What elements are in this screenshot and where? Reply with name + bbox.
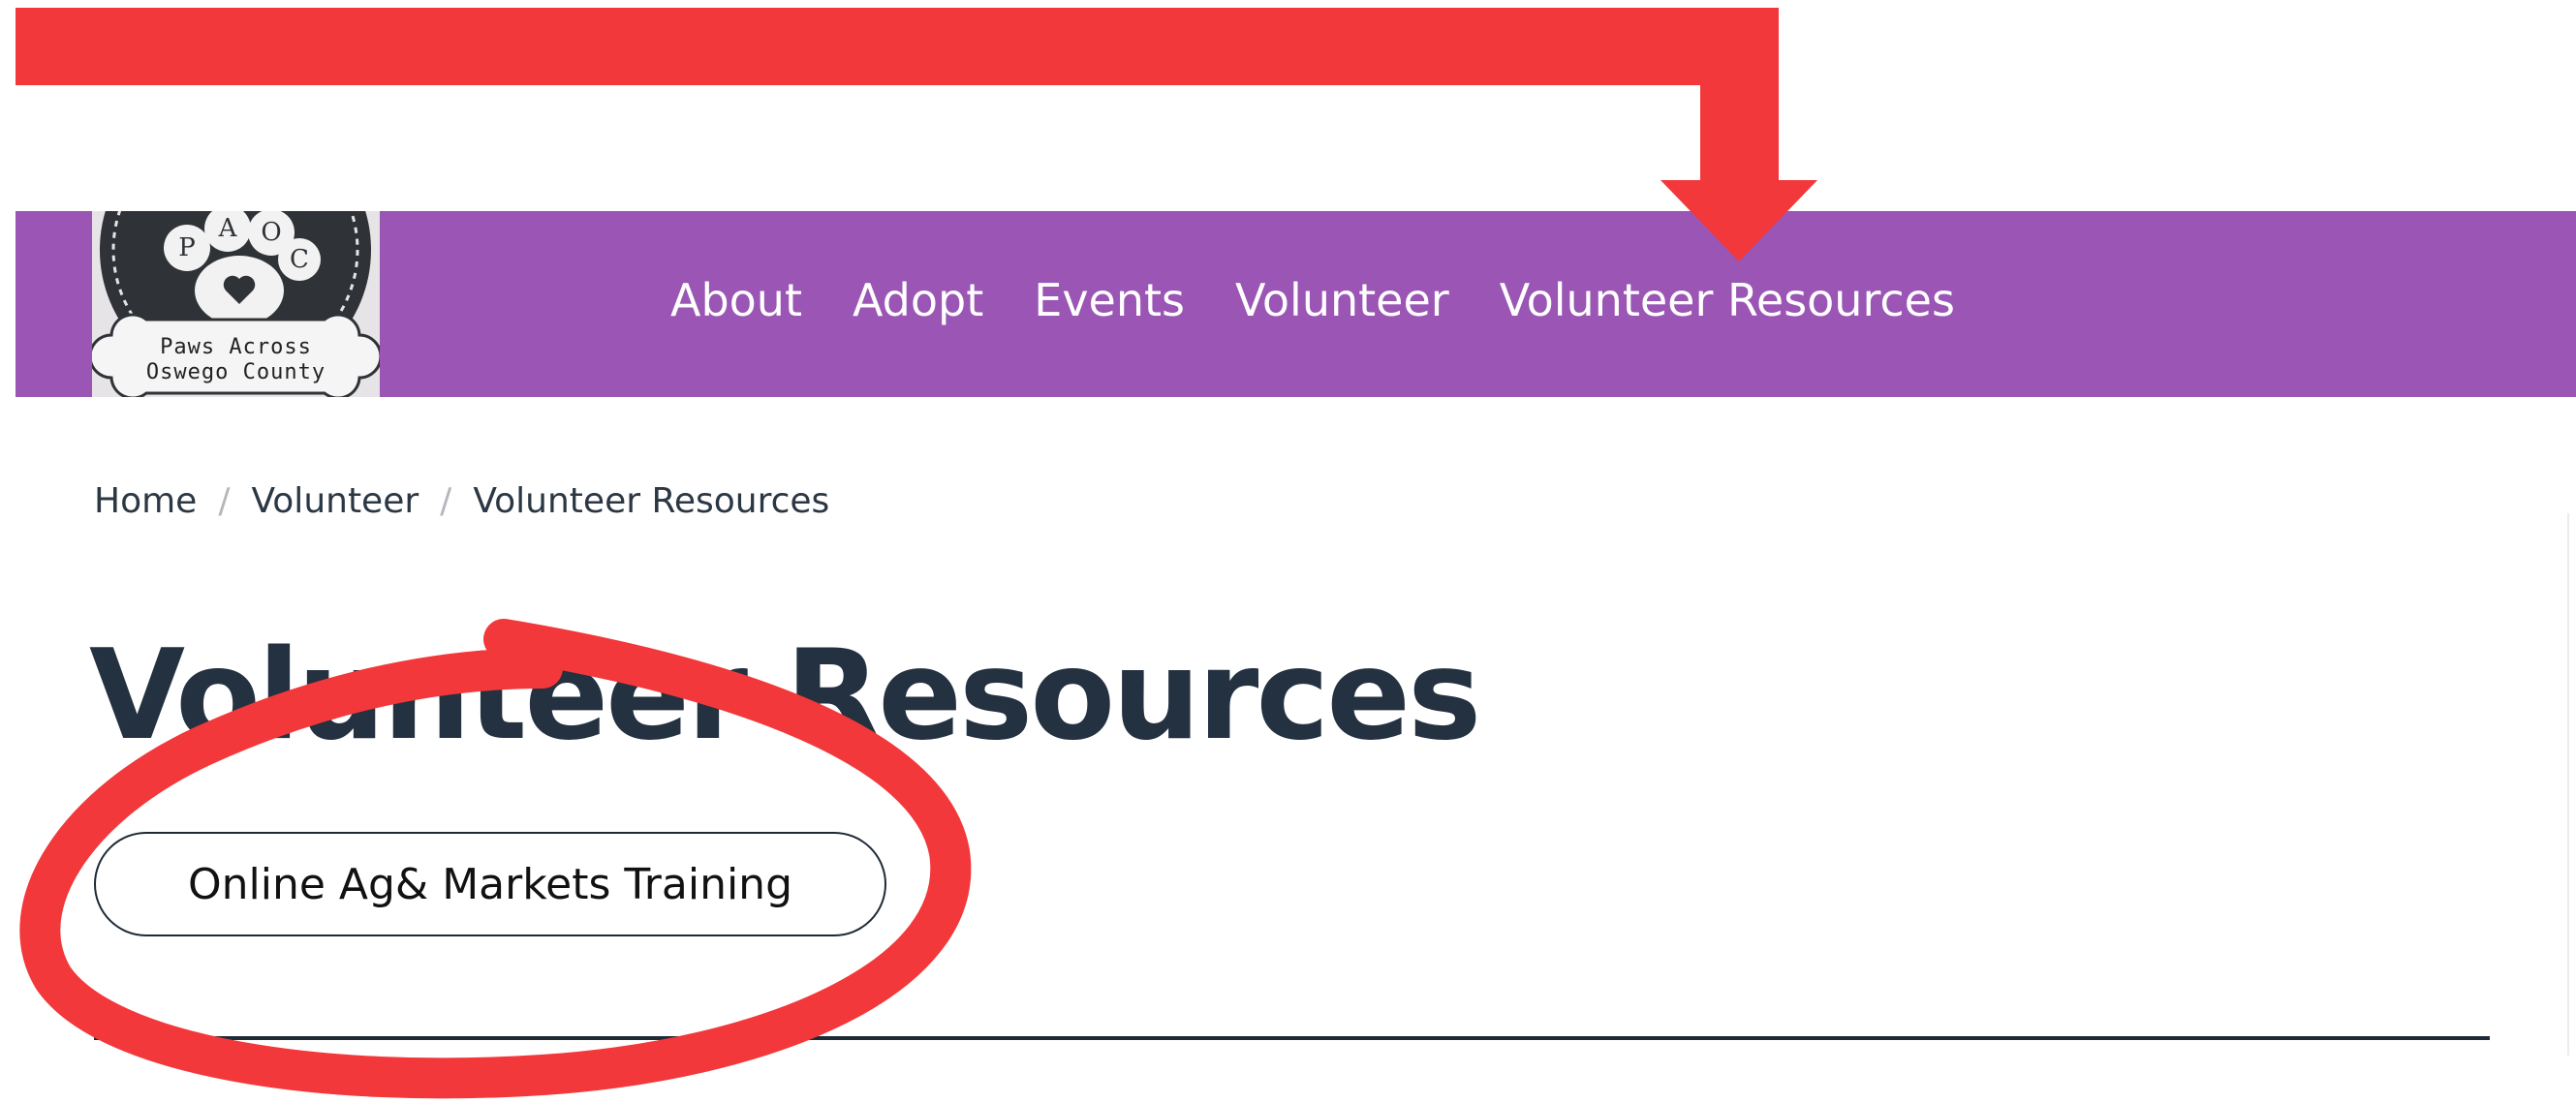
nav-link-adopt[interactable]: Adopt bbox=[853, 274, 983, 326]
page-title: Volunteer Resources bbox=[89, 624, 1481, 768]
breadcrumb-separator: / bbox=[440, 480, 452, 521]
logo-letter-o: O bbox=[261, 218, 281, 247]
annotation-overlay bbox=[16, 8, 1817, 1099]
breadcrumb-current: Volunteer Resources bbox=[473, 480, 830, 521]
breadcrumb: Home / Volunteer / Volunteer Resources bbox=[94, 476, 829, 525]
page: P A O C Paws Across Oswego County About … bbox=[0, 0, 2576, 1103]
logo-letter-p: P bbox=[178, 233, 196, 262]
main-nav: About Adopt Events Volunteer Volunteer R… bbox=[670, 269, 2005, 331]
site-logo[interactable]: P A O C Paws Across Oswego County bbox=[92, 211, 380, 397]
breadcrumb-home[interactable]: Home bbox=[94, 481, 197, 521]
content-divider bbox=[94, 1036, 2490, 1040]
logo-letter-a: A bbox=[218, 214, 238, 243]
logo-text-line-2: Oswego County bbox=[145, 360, 326, 384]
nav-link-volunteer[interactable]: Volunteer bbox=[1235, 274, 1449, 326]
logo-letter-c: C bbox=[290, 245, 309, 274]
breadcrumb-separator: / bbox=[218, 480, 231, 521]
nav-link-about[interactable]: About bbox=[670, 274, 802, 326]
side-panel-edge bbox=[2567, 513, 2576, 1056]
online-training-button[interactable]: Online Ag& Markets Training bbox=[94, 832, 886, 936]
nav-link-events[interactable]: Events bbox=[1034, 274, 1185, 326]
nav-link-volunteer-resources[interactable]: Volunteer Resources bbox=[1500, 274, 1955, 326]
breadcrumb-volunteer[interactable]: Volunteer bbox=[251, 481, 419, 521]
logo-text-line-1: Paws Across bbox=[160, 335, 312, 359]
